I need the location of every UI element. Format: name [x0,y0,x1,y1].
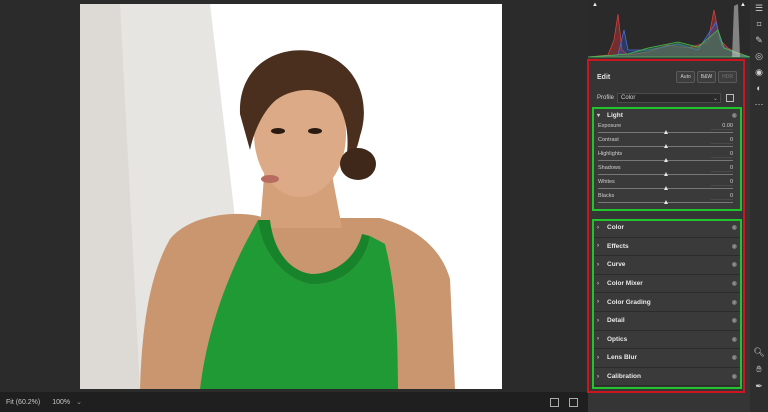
zoom-dropdown-icon[interactable]: ⌄ [76,398,82,406]
slider-label: Highlights [598,151,623,157]
collapsed-sections: › Color ◉ › Effects ◉ › Curve ◉ › Color Mixer ◉ › Col… [593,219,741,387]
slider-thumb[interactable] [664,172,668,176]
slider-shadows[interactable]: Shadows 0 [593,164,741,178]
sliders-icon[interactable]: ☰ [750,0,768,16]
redeye-icon[interactable]: ◉ [750,64,768,80]
hand-tool-icon[interactable]: ✋︎ [750,361,768,377]
section-title: Lens Blur [607,354,637,362]
section-title: Color Grading [607,298,651,306]
photo-preview[interactable] [80,4,502,389]
visibility-eye-icon[interactable]: ◉ [732,317,737,324]
slider-value-field[interactable]: 0 [711,193,733,200]
chevron-right-icon: › [597,224,599,231]
histogram: ▲ ▲ [587,0,751,58]
section-detail[interactable]: › Detail ◉ [593,311,741,331]
slider-thumb[interactable] [664,158,668,162]
section-curve[interactable]: › Curve ◉ [593,256,741,275]
section-title: Optics [607,335,628,343]
auto-button[interactable]: Auto [676,71,695,83]
slider-value-field[interactable]: 0 [711,137,733,144]
profile-row: Profile Color ⌄ [591,91,741,105]
heal-icon[interactable]: ✎ [750,32,768,48]
chevron-down-icon: ▾ [597,112,601,119]
chevron-right-icon: › [597,317,599,324]
fit-zoom-button[interactable]: Fit (60.2%) [0,399,46,406]
chevron-right-icon: › [597,373,599,380]
visibility-eye-icon[interactable]: ◉ [732,243,737,250]
section-title: Curve [607,261,626,269]
section-color-mixer[interactable]: › Color Mixer ◉ [593,274,741,294]
canvas-area[interactable] [0,0,588,392]
section-title: Calibration [607,373,641,381]
profile-value: Color [621,95,636,101]
visibility-eye-icon[interactable]: ◉ [732,224,737,231]
chevron-right-icon: › [597,354,599,361]
chevron-down-icon: ⌄ [712,95,718,102]
chevron-right-icon: › [597,336,599,343]
section-title: Detail [607,317,625,325]
slider-whites[interactable]: Whites 0 [593,178,741,192]
hdr-button[interactable]: HDR [718,71,737,83]
slider-contrast[interactable]: Contrast 0 [593,136,741,150]
edit-header: Edit Auto B&W HDR [591,66,741,88]
slider-value-field[interactable]: 0 [711,151,733,158]
tool-strip: ☰ ⌗ ✎ ◎ ◉ ◐ ⋯ 🔍︎ ✋︎ ✒ [750,0,768,412]
slider-label: Contrast [598,137,619,143]
light-section-title: Light [607,111,623,119]
zoom-level-button[interactable]: 100% [46,399,76,406]
slider-value-field[interactable]: 0 [711,165,733,172]
section-color-grading[interactable]: › Color Grading ◉ [593,293,741,312]
slider-value-field[interactable]: 0 [711,179,733,186]
slider-thumb[interactable] [664,130,668,134]
slider-thumb[interactable] [664,200,668,204]
chevron-right-icon: › [597,280,599,287]
more-icon[interactable]: ⋯ [750,96,768,112]
slider-highlights[interactable]: Highlights 0 [593,150,741,164]
highlight-clipping-icon[interactable]: ▲ [740,2,746,8]
slider-label: Shadows [598,165,621,171]
mask-icon[interactable]: ◎ [750,48,768,64]
bw-button[interactable]: B&W [696,71,717,83]
before-after-icon[interactable] [569,397,578,407]
crop-icon[interactable]: ⌗ [750,16,768,32]
visibility-eye-icon[interactable]: ◉ [732,280,737,287]
section-optics[interactable]: › Optics ◉ [593,330,741,350]
section-title: Color [607,224,624,232]
slider-label: Exposure [598,123,622,129]
eyedropper-icon[interactable]: ✒ [750,378,768,394]
compare-view-icon[interactable] [550,397,559,407]
section-title: Effects [607,242,629,250]
visibility-eye-icon[interactable]: ◉ [732,336,737,343]
presets-icon[interactable]: ◐ [750,80,768,96]
visibility-eye-icon[interactable]: ◉ [732,261,737,268]
edit-title: Edit [597,73,611,81]
slider-label: Whites [598,179,615,185]
zoom-tool-icon[interactable]: 🔍︎ [750,344,768,360]
section-calibration[interactable]: › Calibration ◉ [593,367,741,387]
chevron-right-icon: › [597,243,599,250]
visibility-eye-icon[interactable]: ◉ [732,373,737,380]
chevron-right-icon: › [597,261,599,268]
visibility-eye-icon[interactable]: ◉ [732,299,737,306]
section-lens-blur[interactable]: › Lens Blur ◉ [593,349,741,368]
slider-thumb[interactable] [664,144,668,148]
light-section: ▾ Light ◉ Exposure 0.00 Contrast 0 Highlight… [593,108,741,210]
section-title: Color Mixer [607,280,643,288]
slider-thumb[interactable] [664,186,668,190]
profile-browser-icon[interactable] [726,94,734,102]
slider-label: Blacks [598,193,615,199]
profile-select[interactable]: Color ⌄ [617,93,721,103]
shadow-clipping-icon[interactable]: ▲ [592,2,598,8]
visibility-eye-icon[interactable]: ◉ [732,354,737,361]
profile-label: Profile [597,95,615,101]
bottom-status-bar: Fit (60.2%) 100% ⌄ [0,392,588,412]
light-section-header[interactable]: ▾ Light ◉ [593,108,741,122]
chevron-right-icon: › [597,299,599,306]
section-color[interactable]: › Color ◉ [593,219,741,238]
slider-blacks[interactable]: Blacks 0 [593,192,741,206]
slider-exposure[interactable]: Exposure 0.00 [593,122,741,136]
slider-value-field[interactable]: 0.00 [711,123,733,130]
visibility-eye-icon[interactable]: ◉ [732,112,737,119]
section-effects[interactable]: › Effects ◉ [593,237,741,257]
